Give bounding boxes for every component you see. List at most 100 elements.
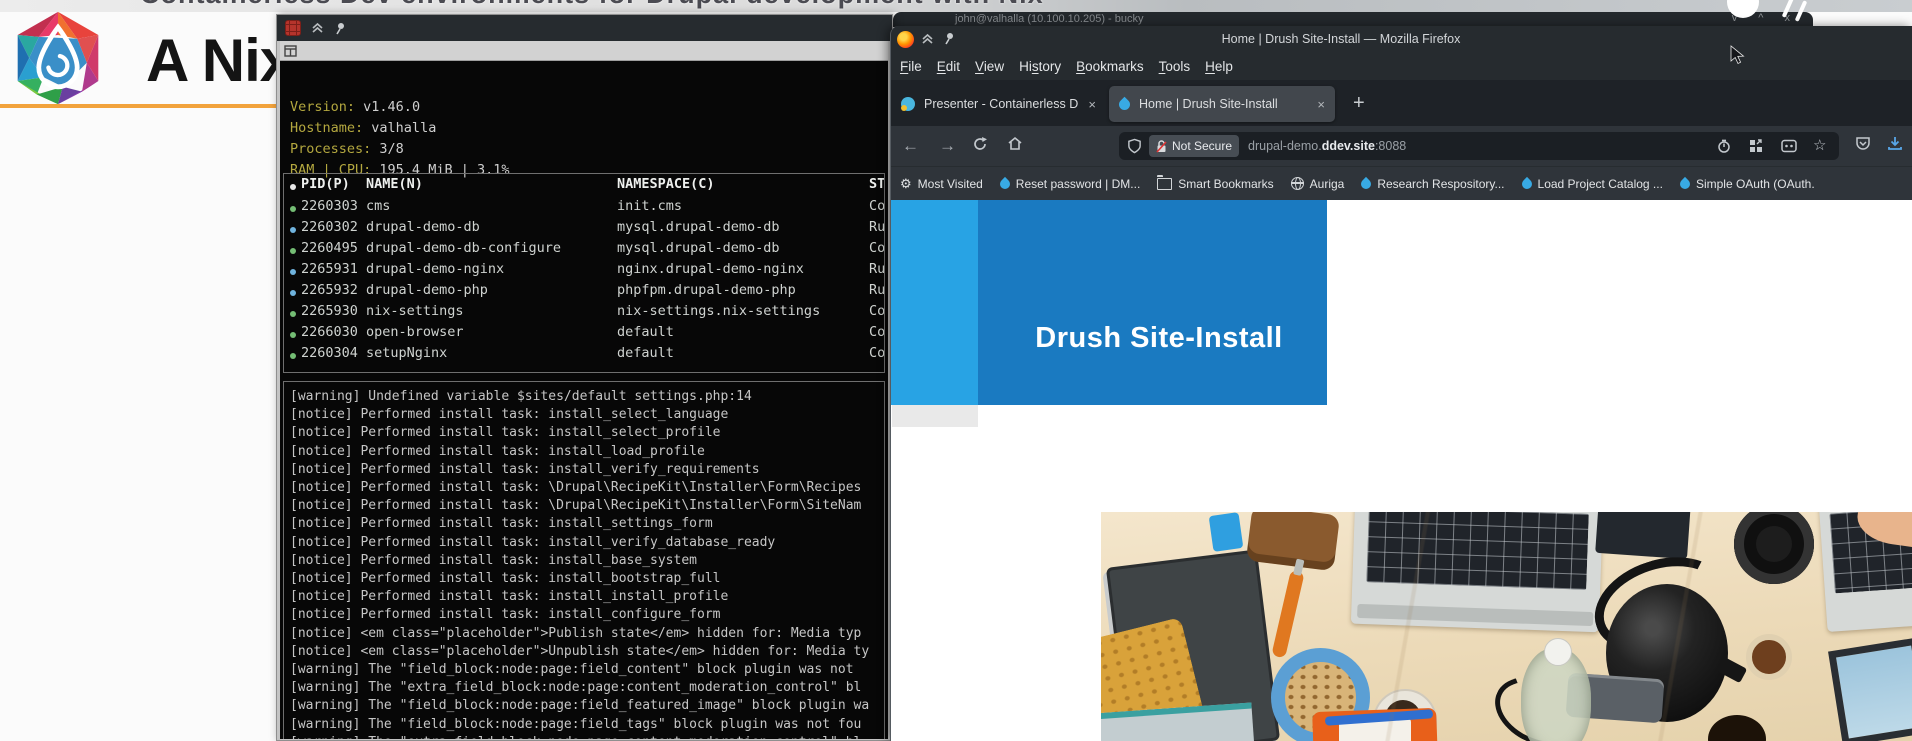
info-label: Hostname: [290,120,364,136]
menu-item[interactable]: File [900,59,922,74]
photo-laptop-screen [1828,637,1912,741]
bookmark-item[interactable]: Load Project Catalog ... [1519,176,1663,191]
terminal-app-icon [285,20,301,36]
col-header-name: NAME(N) [366,176,423,192]
log-line: [warning] The "extra_field_block:node:pa… [290,680,862,696]
extension-timer-icon[interactable] [1717,139,1731,154]
extension-grid-icon[interactable] [1749,139,1763,153]
tab-presenter[interactable]: Presenter - Containerless D × [891,86,1106,122]
menu-item[interactable]: View [975,59,1004,74]
menu-accel: H [1205,58,1215,74]
drupal-drop-favicon-icon [1116,96,1133,112]
photo-hands [1854,512,1912,549]
bookmark-item[interactable]: Smart Bookmarks [1157,174,1274,191]
cell-pid: 2260302 [301,219,358,235]
cell-status: Run [869,219,884,235]
slide-heading: A Nix [146,27,293,94]
pin-icon[interactable] [334,22,346,35]
log-line: [notice] Performed install task: install… [290,443,705,459]
log-line: [notice] Performed install task: \Drupal… [290,498,862,514]
install-log-panel[interactable]: [warning] Undefined variable $sites/defa… [283,381,885,739]
cell-pid: 2265932 [301,282,358,298]
cell-name: drupal-demo-nginx [366,261,505,277]
bookmark-item[interactable]: ⚙ Most Visited [900,177,983,191]
photo-coffee-cup [1373,689,1437,741]
url-domain: ddev.site [1321,139,1375,153]
cell-namespace: nginx.drupal-demo-nginx [617,261,804,277]
forward-button[interactable]: → [939,134,956,158]
window-grid-icon[interactable] [284,44,297,57]
menu-accel: E [936,58,946,74]
shield-icon[interactable] [1127,138,1142,154]
menu-item[interactable]: Bookmarks [1076,59,1144,74]
home-button[interactable] [1007,136,1023,151]
terminal-content[interactable]: Version: v1.46.0 Hostname: valhalla Proc… [280,61,888,739]
bookmark-star-icon[interactable]: ☆ [1813,136,1826,154]
table-row[interactable]: 2260495 drupal-demo-db-configure mysql.d… [284,240,884,261]
tab-drush-site-install[interactable]: Home | Drush Site-Install × [1109,86,1335,122]
bookmark-item[interactable]: Auriga [1290,177,1344,191]
table-row[interactable]: 2265931 drupal-demo-nginx nginx.drupal-d… [284,261,884,282]
bookmark-favicon-icon [1359,176,1374,191]
menu-item[interactable]: Help [1205,59,1233,74]
menu-accel: F [900,58,909,74]
log-line: [notice] Performed install task: \Drupal… [290,480,862,496]
table-row[interactable]: 2260302 drupal-demo-db mysql.drupal-demo… [284,219,884,240]
process-status-bullet-icon [290,248,296,254]
menu-item[interactable]: Edit [937,59,960,74]
firefox-titlebar[interactable]: Home | Drush Site-Install — Mozilla Fire… [891,26,1912,52]
log-line: [notice] Performed install task: install… [290,425,721,441]
tab-bar: Presenter - Containerless D × Home | Dru… [891,80,1912,126]
menu-text: dit [945,58,961,74]
extension-container-icon[interactable] [1781,139,1797,153]
table-row[interactable]: 2265930 nix-settings nix-settings.nix-se… [284,303,884,324]
new-tab-button[interactable]: + [1353,93,1365,113]
terminal-titlebar[interactable] [277,15,892,41]
photo-dark-cup [1708,715,1766,741]
log-line: [warning] The "field_block:node:page:fie… [290,662,854,678]
process-rows: 2260303 cms init.cms Com 2260302 drupal-… [284,198,884,366]
bookmark-label: Research Respository... [1377,176,1505,191]
pocket-icon[interactable] [1855,136,1871,151]
drupal-logo [8,10,108,106]
process-status-bullet-icon [290,227,296,233]
col-header-pid: PID(P) [301,176,350,192]
table-row[interactable]: 2266030 open-browser default Com [284,324,884,345]
banner-accent-strip [891,200,978,405]
process-status-bullet-icon [290,206,296,212]
bookmark-item[interactable]: Research Respository... [1359,176,1505,191]
table-row[interactable]: 2260304 setupNginx default Com [284,345,884,366]
url-bar[interactable]: Not Secure drupal-demo.ddev.site:8088 ☆ [1119,132,1839,160]
pin-icon[interactable] [943,32,955,45]
bookmark-item[interactable]: Simple OAuth (OAuth. [1677,176,1815,191]
cell-name: drupal-demo-db-configure [366,240,562,256]
close-tab-icon[interactable]: × [1317,97,1325,112]
log-line: [notice] Performed install task: install… [290,461,760,477]
cell-status: Com [869,303,884,319]
cell-status: Com [869,345,884,361]
menu-text: iew [983,58,1005,74]
keep-above-icon[interactable] [311,22,324,34]
menu-item[interactable]: Tools [1159,59,1191,74]
menu-item[interactable]: History [1019,59,1061,74]
url-prefix: drupal-demo. [1248,139,1322,153]
info-label: Processes: [290,141,372,157]
download-icon[interactable] [1887,136,1903,151]
log-line: [notice] Performed install task: install… [290,516,713,532]
window-title: Home | Drush Site-Install — Mozilla Fire… [1221,32,1461,46]
bookmark-label: Smart Bookmarks [1178,176,1274,191]
log-line: [notice] <em class="placeholder">Publish… [290,625,862,641]
back-button[interactable]: ← [902,134,919,158]
log-line: [warning] The "extra_field_block:node:pa… [290,734,884,739]
table-row[interactable]: 2265932 drupal-demo-php phpfpm.drupal-de… [284,282,884,303]
reload-button[interactable] [972,136,988,152]
table-row[interactable]: 2260303 cms init.cms Com [284,198,884,219]
menu-text: elp [1214,58,1233,74]
cell-pid: 2266030 [301,324,358,340]
bookmark-item[interactable]: Reset password | DM... [997,176,1140,191]
keep-above-icon[interactable] [921,33,934,45]
close-tab-icon[interactable]: × [1088,97,1096,112]
photo-powerbank [1565,672,1665,724]
not-secure-badge[interactable]: Not Secure [1149,135,1240,157]
url-text[interactable]: drupal-demo.ddev.site:8088 [1248,139,1406,153]
